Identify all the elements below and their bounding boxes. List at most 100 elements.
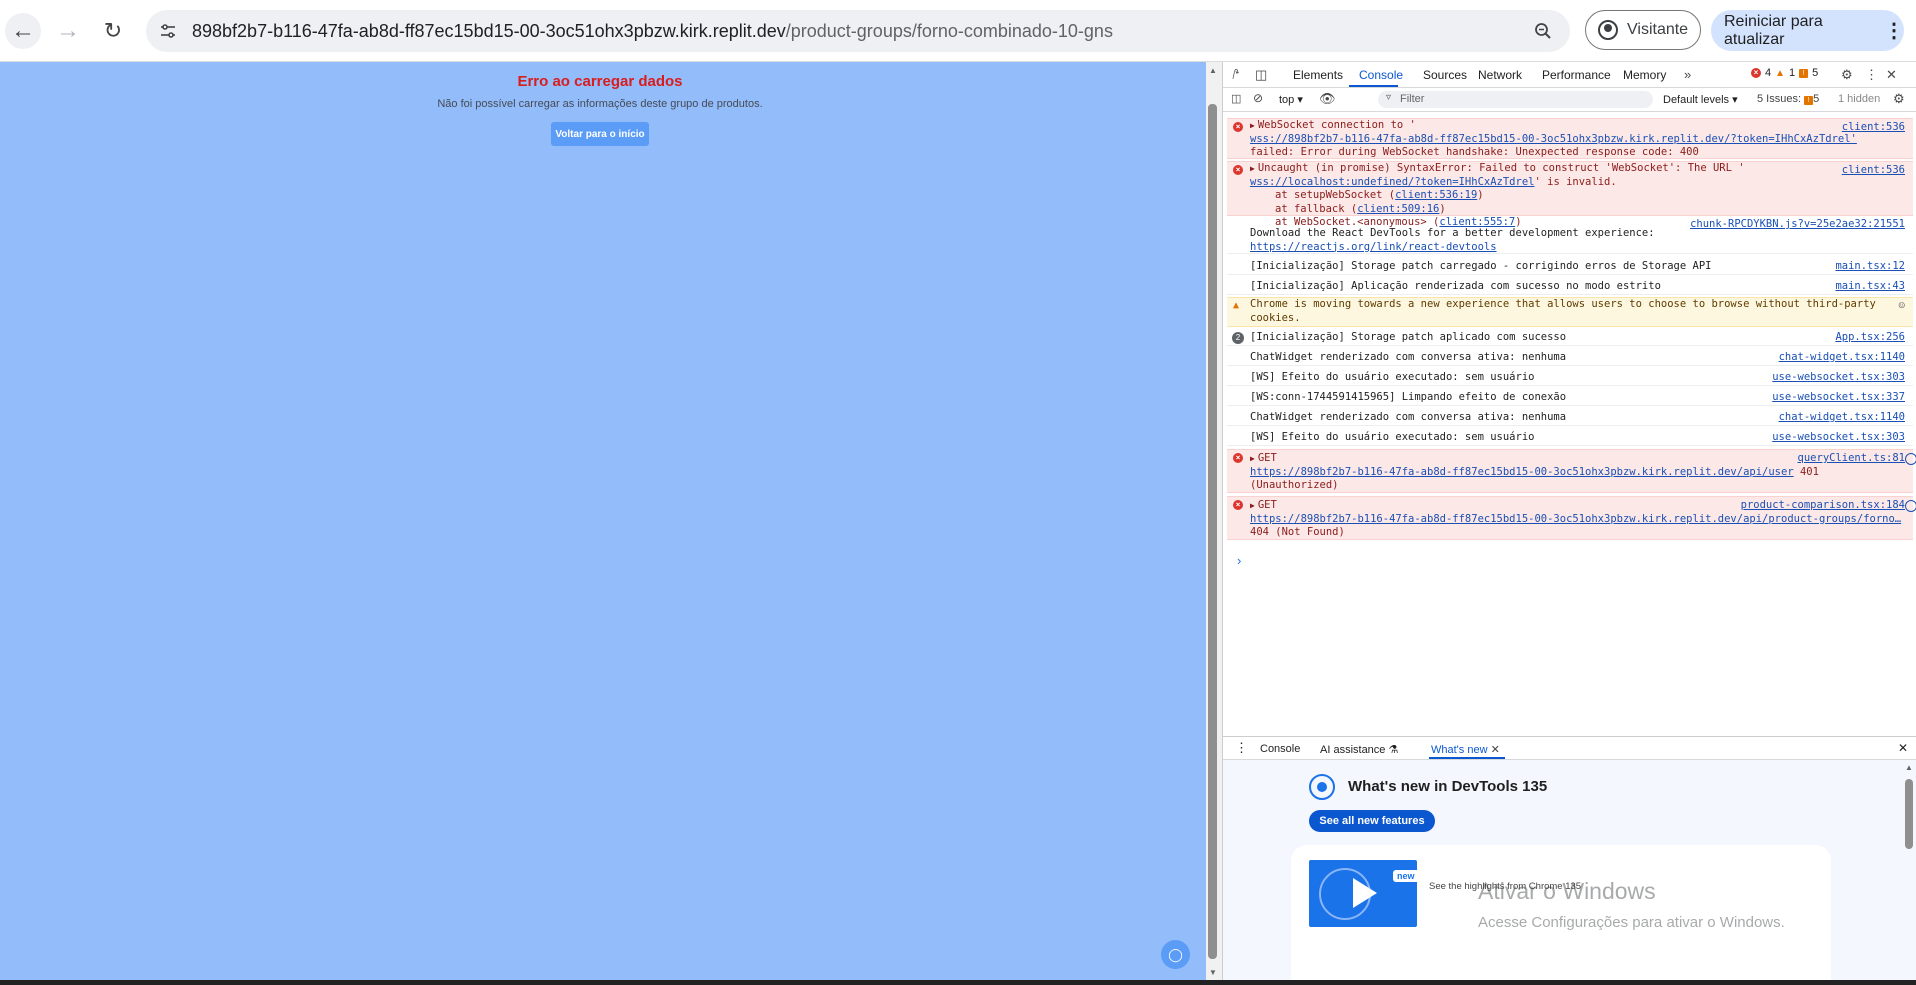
- inspect-element-icon[interactable]: ⭚: [1232, 67, 1240, 83]
- more-tabs-icon[interactable]: »: [1684, 67, 1691, 82]
- restart-to-update-button[interactable]: Reiniciar para atualizar ⋮: [1711, 10, 1904, 51]
- scrollbar-thumb[interactable]: [1905, 779, 1913, 849]
- video-thumbnail[interactable]: new: [1309, 860, 1417, 927]
- back-button[interactable]: ←: [5, 13, 41, 49]
- chrome-devtools-logo-icon: [1309, 774, 1335, 800]
- console-settings-icon[interactable]: ⚙: [1893, 91, 1905, 107]
- console-prompt[interactable]: ›: [1237, 553, 1241, 568]
- message-text: 404 (Not Found): [1250, 526, 1345, 538]
- close-devtools-icon[interactable]: ✕: [1886, 67, 1897, 83]
- message-link[interactable]: https://898bf2b7-b116-47fa-ab8d-ff87ec15…: [1250, 466, 1794, 478]
- address-bar[interactable]: 898bf2b7-b116-47fa-ab8d-ff87ec15bd15-00-…: [146, 10, 1570, 52]
- see-all-features-button[interactable]: See all new features: [1309, 810, 1435, 832]
- scroll-down-icon[interactable]: ▼: [1208, 968, 1218, 978]
- console-messages: × ▶ WebSocket connection to ' wss://898bf…: [1223, 112, 1916, 612]
- message-text: [WS:conn-1744591415965] Limpando efeito …: [1250, 391, 1567, 403]
- drawer-tab-ai-assistance[interactable]: AI assistance ⚗: [1320, 743, 1398, 756]
- message-link[interactable]: wss://localhost:undefined/?token=IHhCxAz…: [1250, 176, 1534, 188]
- message-source-link[interactable]: chat-widget.tsx:1140: [1779, 411, 1905, 425]
- zoom-icon[interactable]: [1530, 18, 1556, 44]
- message-source-link[interactable]: main.tsx:43: [1835, 280, 1905, 294]
- console-message[interactable]: 2 [Inicialização] Storage patch aplicado…: [1227, 329, 1913, 346]
- tab-performance[interactable]: Performance: [1542, 68, 1611, 82]
- message-link[interactable]: https://reactjs.org/link/react-devtools: [1250, 241, 1497, 253]
- issue-counters[interactable]: × 4 ▲ 1 ! 5: [1751, 67, 1818, 79]
- console-message[interactable]: ChatWidget renderizado com conversa ativ…: [1227, 349, 1913, 366]
- issues-number: 5: [1813, 93, 1820, 105]
- close-tab-icon[interactable]: ✕: [1491, 744, 1500, 756]
- tab-elements[interactable]: Elements: [1293, 68, 1343, 82]
- message-text: [Inicialização] Storage patch aplicado c…: [1250, 331, 1567, 343]
- back-home-button[interactable]: Voltar para o início: [551, 122, 649, 146]
- message-source-link[interactable]: main.tsx:12: [1835, 260, 1905, 274]
- error-title: Erro ao carregar dados: [517, 73, 683, 90]
- drawer-scrollbar[interactable]: ▲: [1903, 763, 1915, 981]
- settings-gear-icon[interactable]: ⚙: [1841, 67, 1853, 83]
- live-expression-eye-icon[interactable]: 👁: [1319, 91, 1336, 107]
- console-message-error[interactable]: × ▶ WebSocket connection to ' wss://898bf…: [1227, 118, 1913, 159]
- network-request-icon[interactable]: [1905, 500, 1916, 512]
- reload-button[interactable]: ↻: [95, 13, 131, 49]
- scroll-up-icon[interactable]: ▲: [1208, 66, 1218, 76]
- message-source-link[interactable]: use-websocket.tsx:303: [1772, 371, 1905, 385]
- scroll-up-icon[interactable]: ▲: [1904, 763, 1914, 773]
- devtools-menu-icon[interactable]: ⋮: [1865, 67, 1878, 83]
- message-source-link[interactable]: queryClient.ts:81: [1798, 452, 1905, 466]
- stack-link[interactable]: client:509:16: [1357, 203, 1439, 215]
- page-scrollbar[interactable]: ▲ ▼: [1206, 62, 1222, 982]
- tab-console[interactable]: Console: [1359, 68, 1403, 82]
- issues-link[interactable]: 5 Issues: ! 5: [1757, 93, 1819, 105]
- expand-triangle-icon[interactable]: ▶: [1250, 501, 1255, 510]
- device-toolbar-icon[interactable]: ◫: [1255, 67, 1267, 83]
- clear-console-icon[interactable]: ⊘: [1253, 91, 1263, 105]
- message-source-link[interactable]: use-websocket.tsx:337: [1772, 391, 1905, 405]
- log-levels-dropdown[interactable]: Default levels ▾: [1663, 93, 1738, 106]
- drawer-tab-console[interactable]: Console: [1260, 743, 1300, 755]
- message-link[interactable]: wss://898bf2b7-b116-47fa-ab8d-ff87ec15bd…: [1250, 133, 1857, 145]
- message-source-link[interactable]: client:536: [1842, 121, 1905, 135]
- sidebar-toggle-icon[interactable]: ◫: [1231, 92, 1241, 105]
- console-message-error[interactable]: × ▶ Uncaught (in promise) SyntaxError: Fa…: [1227, 161, 1913, 228]
- console-message[interactable]: chunk-RPCDYKBN.js?v=25e2ae32:21551 Downl…: [1227, 218, 1913, 254]
- message-source-link[interactable]: product-comparison.tsx:184: [1741, 499, 1905, 513]
- expand-triangle-icon[interactable]: ▶: [1250, 454, 1255, 463]
- console-message[interactable]: [WS] Efeito do usuário executado: sem us…: [1227, 429, 1913, 446]
- stack-link[interactable]: client:536:19: [1395, 189, 1477, 201]
- console-message-warning[interactable]: ▲ Chrome is moving towards a new experie…: [1227, 297, 1913, 327]
- site-info-icon[interactable]: [156, 19, 180, 43]
- expand-triangle-icon[interactable]: ▶: [1250, 121, 1255, 130]
- tab-network[interactable]: Network: [1478, 68, 1522, 82]
- whats-new-panel: What's new in DevTools 135 See all new f…: [1223, 760, 1916, 981]
- console-message[interactable]: [Inicialização] Aplicação renderizada co…: [1227, 278, 1913, 295]
- message-text: 401: [1799, 465, 1819, 478]
- drawer-tab-whats-new[interactable]: What's new ✕: [1431, 743, 1500, 756]
- console-message-error[interactable]: × ▶ GET https://898bf2b7-b116-47fa-ab8d-f…: [1227, 496, 1916, 540]
- console-filter-input[interactable]: ▿ Filter: [1378, 91, 1653, 108]
- highlights-card[interactable]: new See the highlights from Chrome 135: [1291, 845, 1831, 981]
- forward-button[interactable]: →: [50, 13, 86, 49]
- message-source-link[interactable]: use-websocket.tsx:303: [1772, 431, 1905, 445]
- console-message[interactable]: ChatWidget renderizado com conversa ativ…: [1227, 409, 1913, 426]
- chat-widget-button[interactable]: ◯: [1161, 940, 1190, 969]
- whats-new-title: What's new in DevTools 135: [1348, 778, 1548, 795]
- message-link[interactable]: https://898bf2b7-b116-47fa-ab8d-ff87ec15…: [1250, 513, 1901, 525]
- profile-button[interactable]: Visitante: [1585, 10, 1701, 50]
- context-selector[interactable]: top ▾: [1279, 93, 1303, 106]
- scrollbar-thumb[interactable]: [1208, 104, 1217, 959]
- network-request-icon[interactable]: [1905, 453, 1916, 465]
- windows-activation-title: Ativar o Windows: [1478, 878, 1656, 904]
- message-source-link[interactable]: App.tsx:256: [1835, 331, 1905, 345]
- console-message[interactable]: [WS] Efeito do usuário executado: sem us…: [1227, 369, 1913, 386]
- console-message[interactable]: [Inicialização] Storage patch carregado …: [1227, 258, 1913, 275]
- expand-triangle-icon[interactable]: ▶: [1250, 164, 1255, 173]
- console-message[interactable]: [WS:conn-1744591415965] Limpando efeito …: [1227, 389, 1913, 406]
- close-drawer-icon[interactable]: ✕: [1898, 741, 1908, 755]
- tab-memory[interactable]: Memory: [1623, 68, 1666, 82]
- tab-sources[interactable]: Sources: [1423, 68, 1467, 82]
- message-source-link[interactable]: chunk-RPCDYKBN.js?v=25e2ae32:21551: [1690, 218, 1905, 232]
- message-source-link[interactable]: chat-widget.tsx:1140: [1779, 351, 1905, 365]
- drawer-menu-icon[interactable]: ⋮: [1235, 740, 1248, 756]
- message-source-link[interactable]: client:536: [1842, 164, 1905, 178]
- message-text: [WS] Efeito do usuário executado: sem us…: [1250, 431, 1535, 443]
- console-message-error[interactable]: × ▶ GET https://898bf2b7-b116-47fa-ab8d-f…: [1227, 449, 1916, 493]
